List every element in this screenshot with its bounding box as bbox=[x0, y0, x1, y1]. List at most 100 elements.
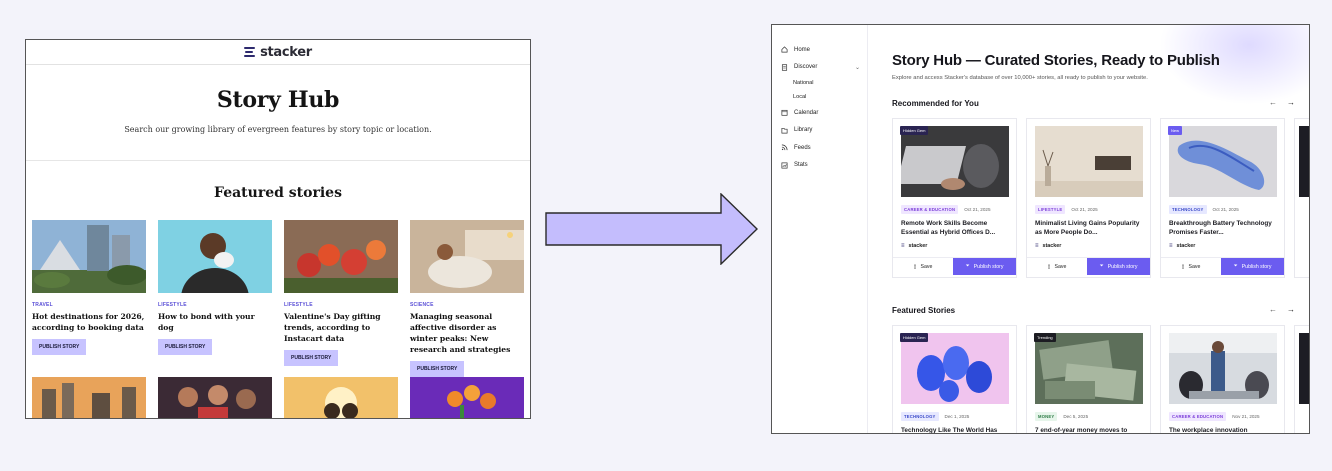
story-card[interactable]: Trending MONEY Dec 5, 2025 7 end-of-year … bbox=[1026, 325, 1151, 433]
publish-label: Publish story bbox=[1241, 263, 1272, 270]
story-image bbox=[1299, 333, 1309, 404]
save-button[interactable]: ▯ Save bbox=[893, 258, 953, 275]
new-site-screenshot: Home Discover ⌄ National Local Calendar … bbox=[771, 24, 1310, 434]
save-button[interactable]: ▯ Save bbox=[1161, 258, 1221, 275]
save-label: Save bbox=[1054, 263, 1067, 270]
page-subtitle: Explore and access Stacker's database of… bbox=[892, 75, 1148, 81]
story-title[interactable]: Technology Like The World Has bbox=[901, 426, 1008, 433]
story-card[interactable]: LIFESTYLE Oct 21, 2025 Minimalist Living … bbox=[1026, 118, 1151, 278]
sidebar-item-label: Library bbox=[794, 127, 813, 134]
old-story-category: SCIENCE bbox=[410, 302, 434, 308]
chevron-down-icon[interactable]: ⌄ bbox=[855, 64, 860, 71]
old-story-category: LIFESTYLE bbox=[284, 302, 313, 308]
sidebar-item-library[interactable]: Library bbox=[772, 122, 867, 140]
story-card-partial[interactable] bbox=[1294, 325, 1309, 433]
featured-carousel-controls: ← → bbox=[1269, 305, 1295, 314]
transition-arrow-icon bbox=[545, 193, 759, 265]
document-icon bbox=[781, 64, 788, 71]
story-image bbox=[1035, 333, 1143, 404]
old-story-card[interactable]: LIFESTYLE Valentine's Day gifting trends… bbox=[284, 220, 398, 377]
hidden-gem-badge: Hidden Gem bbox=[900, 333, 929, 342]
old-story-card[interactable]: LIFESTYLE How to bond with your dog PUBL… bbox=[158, 220, 272, 377]
old-story-grid-row-2 bbox=[32, 377, 524, 418]
story-title[interactable]: Minimalist Living Gains Popularity as Mo… bbox=[1035, 219, 1142, 237]
story-image bbox=[1299, 126, 1309, 197]
publish-story-button[interactable]: ⏷ Publish story bbox=[1221, 258, 1284, 275]
old-story-card[interactable]: TRAVEL Hot destinations for 2026, accord… bbox=[32, 220, 146, 377]
story-date: Oct 21, 2025 bbox=[964, 207, 991, 212]
old-site-screenshot: stacker Story Hub Search our growing lib… bbox=[25, 39, 531, 419]
publish-story-button[interactable]: ⏷ Publish story bbox=[953, 258, 1016, 275]
story-image bbox=[284, 377, 398, 418]
stacker-logo-icon: ≡ bbox=[901, 243, 905, 249]
story-date: Oct 21, 2025 bbox=[1071, 207, 1098, 212]
arrow-left-icon[interactable]: ← bbox=[1269, 305, 1277, 314]
sidebar-item-label: Discover bbox=[794, 64, 818, 71]
sidebar-item-home[interactable]: Home bbox=[772, 41, 867, 59]
old-story-headline[interactable]: Hot destinations for 2026, according to … bbox=[32, 311, 146, 333]
new-badge: New bbox=[1168, 126, 1183, 135]
story-card[interactable]: CAREER & EDUCATION Nov 21, 2025 The workp… bbox=[1160, 325, 1285, 433]
old-brand[interactable]: stacker bbox=[260, 45, 312, 60]
story-image bbox=[1169, 333, 1277, 404]
arrow-right-icon[interactable]: → bbox=[1287, 305, 1295, 314]
category-tag[interactable]: LIFESTYLE bbox=[1035, 205, 1066, 214]
featured-heading: Featured Stories bbox=[892, 306, 956, 315]
chart-icon bbox=[781, 162, 788, 169]
old-story-headline[interactable]: How to bond with your dog bbox=[158, 311, 272, 333]
old-story-headline[interactable]: Managing seasonal affective disorder as … bbox=[410, 311, 524, 355]
old-page-title: Story Hub bbox=[216, 87, 340, 113]
filter-icon: ⏷ bbox=[965, 263, 970, 269]
story-card[interactable]: New TECHNOLOGY Oct 21, 2025 Breakthrough … bbox=[1160, 118, 1285, 278]
old-story-card[interactable]: SCIENCE Managing seasonal affective diso… bbox=[410, 220, 524, 377]
library-icon bbox=[781, 127, 788, 134]
old-publish-button[interactable]: PUBLISH STORY bbox=[284, 350, 339, 366]
story-image bbox=[410, 377, 524, 418]
publisher: ≡ stacker bbox=[1035, 243, 1150, 249]
sidebar-subitem-local[interactable]: Local bbox=[772, 90, 867, 104]
story-title[interactable]: The workplace innovation bbox=[1169, 426, 1276, 433]
old-story-headline[interactable]: Valentine's Day gifting trends, accordin… bbox=[284, 311, 398, 344]
publisher-name: stacker bbox=[1042, 243, 1062, 249]
story-card[interactable]: Hidden Gem CAREER & EDUCATION Oct 21, 202… bbox=[892, 118, 1017, 278]
story-card[interactable]: Hidden Gem TECHNOLOGY Dec 1, 2025 Technol… bbox=[892, 325, 1017, 433]
publisher: ≡ stacker bbox=[901, 243, 1016, 249]
bookmark-icon: ▯ bbox=[913, 263, 917, 270]
story-image bbox=[410, 220, 524, 293]
story-title[interactable]: 7 end-of-year money moves to bbox=[1035, 426, 1142, 433]
story-title[interactable]: Remote Work Skills Become Essential as H… bbox=[901, 219, 1008, 237]
save-label: Save bbox=[1188, 263, 1201, 270]
category-tag[interactable]: MONEY bbox=[1035, 412, 1058, 421]
save-button[interactable]: ▯ Save bbox=[1027, 258, 1087, 275]
sidebar-item-calendar[interactable]: Calendar bbox=[772, 104, 867, 122]
sidebar-subitem-national[interactable]: National bbox=[772, 76, 867, 90]
story-date: Nov 21, 2025 bbox=[1232, 414, 1260, 419]
story-date: Dec 1, 2025 bbox=[944, 414, 970, 419]
sidebar-item-feeds[interactable]: Feeds bbox=[772, 139, 867, 157]
sidebar-item-stats[interactable]: Stats bbox=[772, 157, 867, 175]
featured-carousel: Hidden Gem TECHNOLOGY Dec 1, 2025 Technol… bbox=[892, 325, 1309, 433]
sidebar-item-discover[interactable]: Discover ⌄ bbox=[772, 59, 867, 77]
old-story-grid: TRAVEL Hot destinations for 2026, accord… bbox=[32, 220, 526, 377]
category-tag[interactable]: TECHNOLOGY bbox=[901, 412, 939, 421]
story-image bbox=[32, 377, 146, 418]
sidebar-item-label: Calendar bbox=[794, 109, 819, 116]
stacker-logo-icon bbox=[244, 47, 256, 57]
arrow-left-icon[interactable]: ← bbox=[1269, 98, 1277, 107]
filter-icon: ⏷ bbox=[1233, 263, 1238, 269]
old-publish-button[interactable]: PUBLISH STORY bbox=[410, 361, 465, 377]
story-date: Oct 21, 2025 bbox=[1212, 207, 1239, 212]
sidebar-item-label: Home bbox=[794, 46, 811, 53]
category-tag[interactable]: CAREER & EDUCATION bbox=[901, 205, 959, 214]
category-tag[interactable]: CAREER & EDUCATION bbox=[1169, 412, 1227, 421]
arrow-right-icon[interactable]: → bbox=[1287, 98, 1295, 107]
sidebar-item-label: Stats bbox=[794, 162, 808, 169]
story-image bbox=[158, 377, 272, 418]
old-publish-button[interactable]: PUBLISH STORY bbox=[32, 339, 87, 355]
old-publish-button[interactable]: PUBLISH STORY bbox=[158, 339, 213, 355]
story-title[interactable]: Breakthrough Battery Technology Promises… bbox=[1169, 219, 1276, 237]
story-card-partial[interactable] bbox=[1294, 118, 1309, 278]
category-tag[interactable]: TECHNOLOGY bbox=[1169, 205, 1207, 214]
bookmark-icon: ▯ bbox=[1181, 263, 1185, 270]
publish-story-button[interactable]: ⏷ Publish story bbox=[1087, 258, 1150, 275]
